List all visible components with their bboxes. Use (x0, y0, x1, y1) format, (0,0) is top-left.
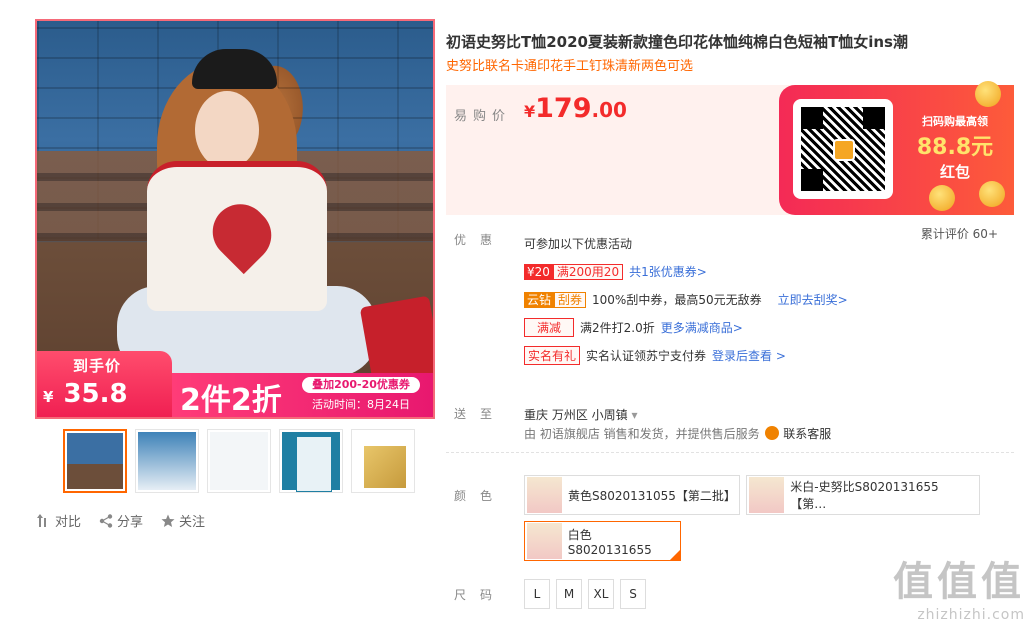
main-product-image[interactable]: 到手价 ¥35.8 2件2折 叠加200-20优惠券 活动时间：8月24日 (35, 19, 435, 419)
discount-link[interactable]: 更多满减商品> (661, 319, 743, 336)
product-title: 初语史努比T恤2020夏装新款撞色印花体恤纯棉白色短袖T恤女ins潮 (446, 33, 908, 51)
scratch-row: 云钻 刮券 100%刮中券，最高50元无敌券 立即去刮奖> (524, 287, 848, 311)
realname-link[interactable]: 登录后查看 > (712, 347, 786, 364)
size-option-s[interactable]: S (620, 579, 646, 609)
coin-icon (929, 185, 955, 211)
discount-desc: 满2件打2.0折 (580, 320, 655, 335)
qr-promo-text: 扫码购最高领 88.8元 红包 (916, 115, 994, 181)
thumbnail-2[interactable] (135, 429, 199, 493)
thumbnail-strip (63, 429, 435, 493)
coin-icon (975, 81, 1001, 107)
color-swatch (749, 477, 785, 513)
price-label: 易购价 (454, 109, 512, 124)
share-icon (99, 513, 113, 528)
divider (446, 452, 1014, 453)
promo-label: 优惠 (454, 233, 507, 247)
location-selector[interactable]: 重庆 万州区 小周镇 ▾ (524, 405, 831, 425)
price-value: ¥179.00 (524, 93, 627, 124)
coin-icon (979, 181, 1005, 207)
final-price-tag: 到手价 (73, 357, 122, 375)
coupon-badge: ¥20 满200用20 (524, 263, 624, 280)
seller-info: 由 初语旗舰店 销售和发货，并提供售后服务 联系客服 (524, 426, 832, 441)
scratch-link[interactable]: 立即去刮奖> (778, 291, 848, 308)
model-illustration (117, 31, 433, 397)
size-option-m[interactable]: M (556, 579, 582, 609)
follow-button[interactable]: 关注 (161, 511, 205, 530)
thumbnail-1[interactable] (63, 429, 127, 493)
product-info: 初语史努比T恤2020夏装新款撞色印花体恤纯棉白色短袖T恤女ins潮 史努比联名… (446, 31, 1014, 609)
lion-logo-icon (833, 139, 855, 161)
color-option-beige[interactable]: 米白-史努比S8020131655【第… (746, 475, 980, 515)
shipping-section: 送至 重庆 万州区 小周镇 ▾ 由 初语旗舰店 销售和发货，并提供售后服务 联系… (446, 405, 1014, 442)
coupon-link[interactable]: 共1张优惠券> (629, 263, 707, 280)
review-count[interactable]: 累计评价 60+ (921, 225, 998, 242)
chevron-down-icon: ▾ (631, 408, 638, 422)
promo-box: 2件2折 叠加200-20优惠券 活动时间：8月24日 (172, 373, 433, 417)
size-option-xl[interactable]: XL (588, 579, 614, 609)
scratch-badge: 云钻 刮券 (524, 291, 587, 308)
deal-price-banner: 到手价 ¥35.8 2件2折 叠加200-20优惠券 活动时间：8月24日 (37, 351, 433, 417)
promo-intro: 可参加以下优惠活动 (524, 236, 633, 251)
color-option-white[interactable]: 白色S8020131655 (524, 521, 681, 561)
final-price-box: 到手价 ¥35.8 (37, 351, 172, 417)
realname-badge: 实名有礼 (524, 345, 581, 365)
coupon-row: ¥20 满200用20 共1张优惠券> (524, 259, 848, 283)
qr-code[interactable] (793, 99, 893, 199)
discount-row: 满减 满2件打2.0折 更多满减商品> (524, 315, 848, 339)
share-button[interactable]: 分享 (99, 511, 143, 530)
promo-coupon-pill: 叠加200-20优惠券 (302, 377, 420, 393)
promo-headline: 2件2折 (180, 383, 282, 418)
product-subtitle: 史努比联名卡通印花手工钉珠清新两色可选 (446, 59, 694, 74)
size-label: 尺码 (454, 587, 507, 602)
customer-service-link[interactable]: 联系客服 (783, 427, 831, 441)
star-icon (161, 514, 175, 527)
price-box: 易购价 ¥179.00 扫码购最高领 88.8元 红包 (446, 81, 1014, 215)
scratch-desc: 100%刮中券，最高50元无敌券 (592, 292, 762, 307)
realname-row: 实名有礼 实名认证领苏宁支付券 登录后查看 > (524, 343, 848, 367)
size-option-l[interactable]: L (524, 579, 550, 609)
promotion-section: 优惠 可参加以下优惠活动 ¥20 满200用20 共1张优惠券> 云钻 刮券 100… (446, 231, 1014, 371)
compare-button[interactable]: 对比 (37, 511, 81, 530)
product-actions: 对比 分享 关注 (37, 511, 435, 530)
customer-service-icon (765, 426, 780, 440)
thumbnail-4[interactable] (279, 429, 343, 493)
qr-promo: 扫码购最高领 88.8元 红包 (779, 81, 1014, 215)
thumbnail-5[interactable] (351, 429, 415, 493)
product-gallery: 到手价 ¥35.8 2件2折 叠加200-20优惠券 活动时间：8月24日 对比… (35, 19, 435, 530)
color-swatch (527, 477, 562, 513)
realname-desc: 实名认证领苏宁支付券 (586, 348, 707, 363)
color-label: 颜色 (454, 489, 507, 503)
thumbnail-3[interactable] (207, 429, 271, 493)
final-price: ¥35.8 (43, 379, 128, 409)
color-option-yellow[interactable]: 黄色S8020131055【第二批】 (524, 475, 740, 515)
color-swatch (527, 523, 562, 559)
promo-time: 活动时间：8月24日 (312, 398, 410, 411)
discount-badge: 满减 (524, 317, 575, 337)
compare-icon (37, 513, 46, 527)
site-watermark: 值值值 zhizhizhi.com (893, 559, 1025, 623)
shipping-label: 送至 (454, 407, 507, 421)
